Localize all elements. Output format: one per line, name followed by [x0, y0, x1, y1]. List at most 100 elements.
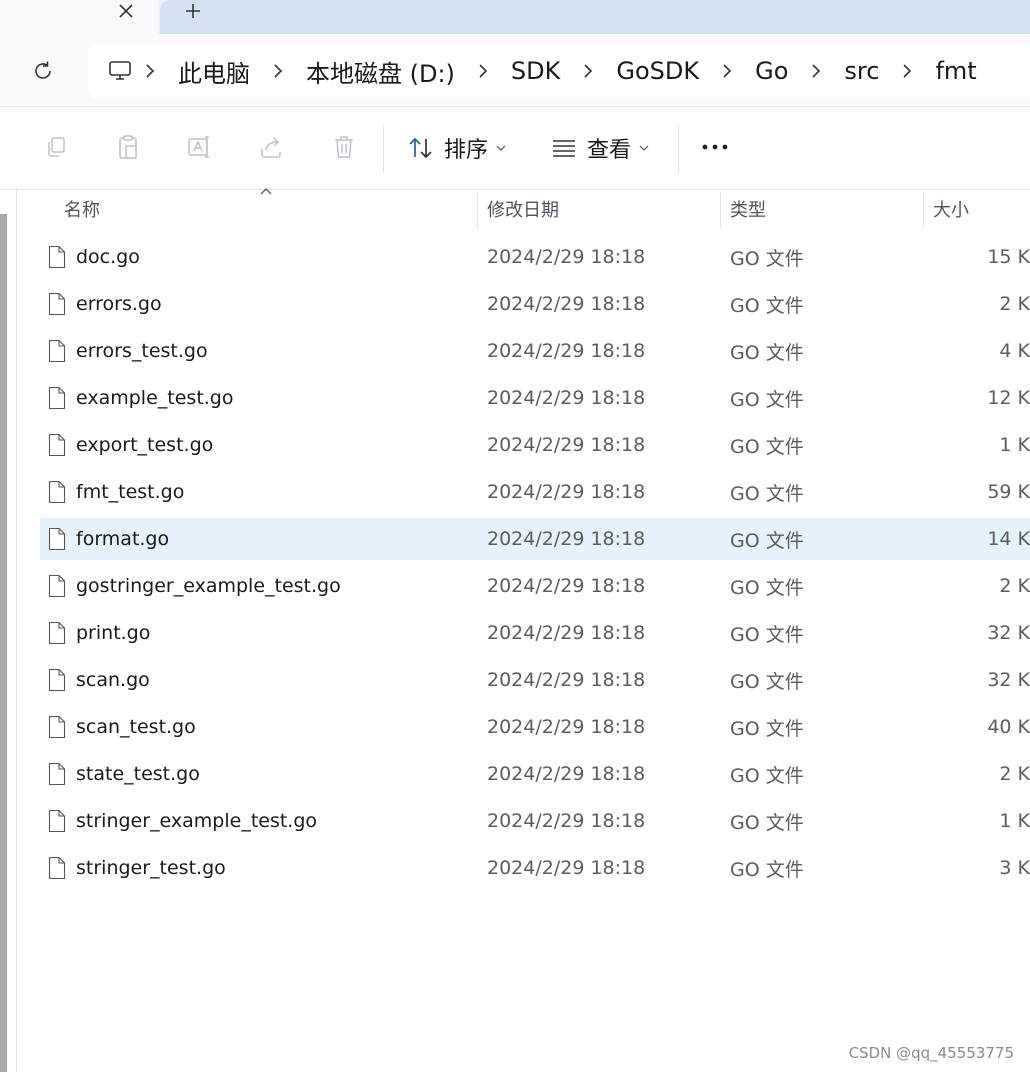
share-icon[interactable]: [258, 133, 286, 161]
file-type: GO 文件: [730, 670, 804, 693]
file-modified-date: 2024/2/29 18:18: [487, 293, 646, 315]
column-divider[interactable]: [477, 192, 478, 228]
column-header-type[interactable]: 类型: [730, 188, 766, 230]
file-row[interactable]: print.go 2024/2/29 18:18 GO 文件 32 K: [40, 612, 1030, 654]
sort-icon: [409, 137, 432, 159]
file-size: 2 K: [999, 575, 1030, 597]
file-modified-date: 2024/2/29 18:18: [487, 528, 646, 550]
file-row[interactable]: scan_test.go 2024/2/29 18:18 GO 文件 40 K: [40, 706, 1030, 748]
file-row[interactable]: stringer_example_test.go 2024/2/29 18:18 G…: [40, 800, 1030, 842]
refresh-icon[interactable]: [28, 56, 58, 86]
file-icon: [48, 386, 66, 410]
file-type: GO 文件: [730, 717, 804, 740]
file-row[interactable]: stringer_test.go 2024/2/29 18:18 GO 文件 3 K: [40, 847, 1030, 889]
breadcrumb-item-sdk[interactable]: SDK: [501, 57, 570, 85]
file-name: format.go: [76, 528, 170, 550]
breadcrumb-item-this-pc[interactable]: 此电脑: [168, 54, 260, 89]
file-row[interactable]: errors_test.go 2024/2/29 18:18 GO 文件 4 K: [40, 330, 1030, 372]
file-name: stringer_test.go: [76, 857, 226, 879]
file-modified-date: 2024/2/29 18:18: [487, 716, 646, 738]
navigation-pane-scrollbar[interactable]: [0, 214, 7, 1072]
chevron-down-icon: [639, 145, 649, 151]
file-modified-date: 2024/2/29 18:18: [487, 669, 646, 691]
file-icon: [48, 433, 66, 457]
file-size: 2 K: [999, 763, 1030, 785]
copy-icon[interactable]: [42, 133, 70, 161]
column-header-size[interactable]: 大小: [933, 188, 969, 230]
file-size: 4 K: [999, 340, 1030, 362]
new-tab-icon[interactable]: [178, 0, 208, 24]
file-name: example_test.go: [76, 387, 234, 409]
rename-icon[interactable]: [186, 133, 214, 161]
file-name: gostringer_example_test.go: [76, 575, 341, 597]
file-row[interactable]: scan.go 2024/2/29 18:18 GO 文件 32 K: [40, 659, 1030, 701]
file-name: fmt_test.go: [76, 481, 185, 503]
more-options-icon[interactable]: [700, 135, 730, 159]
delete-icon[interactable]: [330, 133, 358, 161]
file-name: errors.go: [76, 293, 162, 315]
tab-strip: [0, 0, 1030, 34]
file-row[interactable]: state_test.go 2024/2/29 18:18 GO 文件 2 K: [40, 753, 1030, 795]
file-name: errors_test.go: [76, 340, 208, 362]
file-icon: [48, 292, 66, 316]
chevron-right-icon[interactable]: [889, 44, 925, 98]
toolbar-divider: [678, 125, 679, 173]
chevron-right-icon[interactable]: [570, 44, 606, 98]
close-tab-icon[interactable]: [112, 0, 140, 24]
column-divider[interactable]: [923, 192, 924, 228]
chevron-right-icon[interactable]: [709, 44, 745, 98]
file-icon: [48, 245, 66, 269]
active-tab[interactable]: [0, 0, 158, 34]
file-icon: [48, 339, 66, 363]
file-size: 59 K: [987, 481, 1030, 503]
breadcrumb-item-fmt[interactable]: fmt: [925, 57, 986, 85]
file-size: 1 K: [999, 434, 1030, 456]
file-size: 15 K: [987, 246, 1030, 268]
file-type: GO 文件: [730, 858, 804, 881]
breadcrumb-item-go[interactable]: Go: [745, 57, 798, 85]
file-row[interactable]: fmt_test.go 2024/2/29 18:18 GO 文件 59 K: [40, 471, 1030, 513]
view-list-icon: [553, 140, 575, 157]
breadcrumb-item-gosdk[interactable]: GoSDK: [606, 57, 709, 85]
paste-icon[interactable]: [114, 133, 142, 161]
computer-icon[interactable]: [108, 59, 132, 83]
file-size: 12 K: [987, 387, 1030, 409]
column-header-date[interactable]: 修改日期: [487, 188, 559, 230]
file-row[interactable]: format.go 2024/2/29 18:18 GO 文件 14 K: [40, 518, 1030, 560]
chevron-right-icon[interactable]: [465, 44, 501, 98]
file-row[interactable]: errors.go 2024/2/29 18:18 GO 文件 2 K: [40, 283, 1030, 325]
sort-button[interactable]: 排序: [408, 131, 506, 165]
column-header-name[interactable]: 名称: [64, 188, 100, 230]
chevron-right-icon[interactable]: [260, 44, 296, 98]
file-size: 40 K: [987, 716, 1030, 738]
file-type: GO 文件: [730, 482, 804, 505]
file-row[interactable]: doc.go 2024/2/29 18:18 GO 文件 15 K: [40, 236, 1030, 278]
file-row[interactable]: gostringer_example_test.go 2024/2/29 18:1…: [40, 565, 1030, 607]
file-name: doc.go: [76, 246, 140, 268]
file-modified-date: 2024/2/29 18:18: [487, 575, 646, 597]
chevron-down-icon: [496, 145, 506, 151]
file-modified-date: 2024/2/29 18:18: [487, 810, 646, 832]
file-modified-date: 2024/2/29 18:18: [487, 340, 646, 362]
file-type: GO 文件: [730, 341, 804, 364]
file-row[interactable]: export_test.go 2024/2/29 18:18 GO 文件 1 K: [40, 424, 1030, 466]
file-icon: [48, 527, 66, 551]
column-divider[interactable]: [720, 192, 721, 228]
breadcrumb-item-src[interactable]: src: [834, 57, 889, 85]
breadcrumb: 此电脑 本地磁盘 (D:) SDK GoSDK Go src fmt: [88, 44, 987, 98]
file-name: scan_test.go: [76, 716, 196, 738]
file-icon: [48, 621, 66, 645]
file-modified-date: 2024/2/29 18:18: [487, 857, 646, 879]
file-row[interactable]: example_test.go 2024/2/29 18:18 GO 文件 12 K: [40, 377, 1030, 419]
address-bar[interactable]: 此电脑 本地磁盘 (D:) SDK GoSDK Go src fmt: [88, 44, 1030, 98]
file-size: 14 K: [987, 528, 1030, 550]
view-button[interactable]: 查看: [551, 131, 649, 165]
breadcrumb-item-local-disk[interactable]: 本地磁盘 (D:): [296, 54, 465, 89]
chevron-right-icon[interactable]: [798, 44, 834, 98]
file-modified-date: 2024/2/29 18:18: [487, 481, 646, 503]
navigation-bar: 此电脑 本地磁盘 (D:) SDK GoSDK Go src fmt: [0, 34, 1030, 106]
file-type: GO 文件: [730, 435, 804, 458]
file-name: print.go: [76, 622, 151, 644]
chevron-right-icon[interactable]: [132, 44, 168, 98]
file-size: 2 K: [999, 293, 1030, 315]
